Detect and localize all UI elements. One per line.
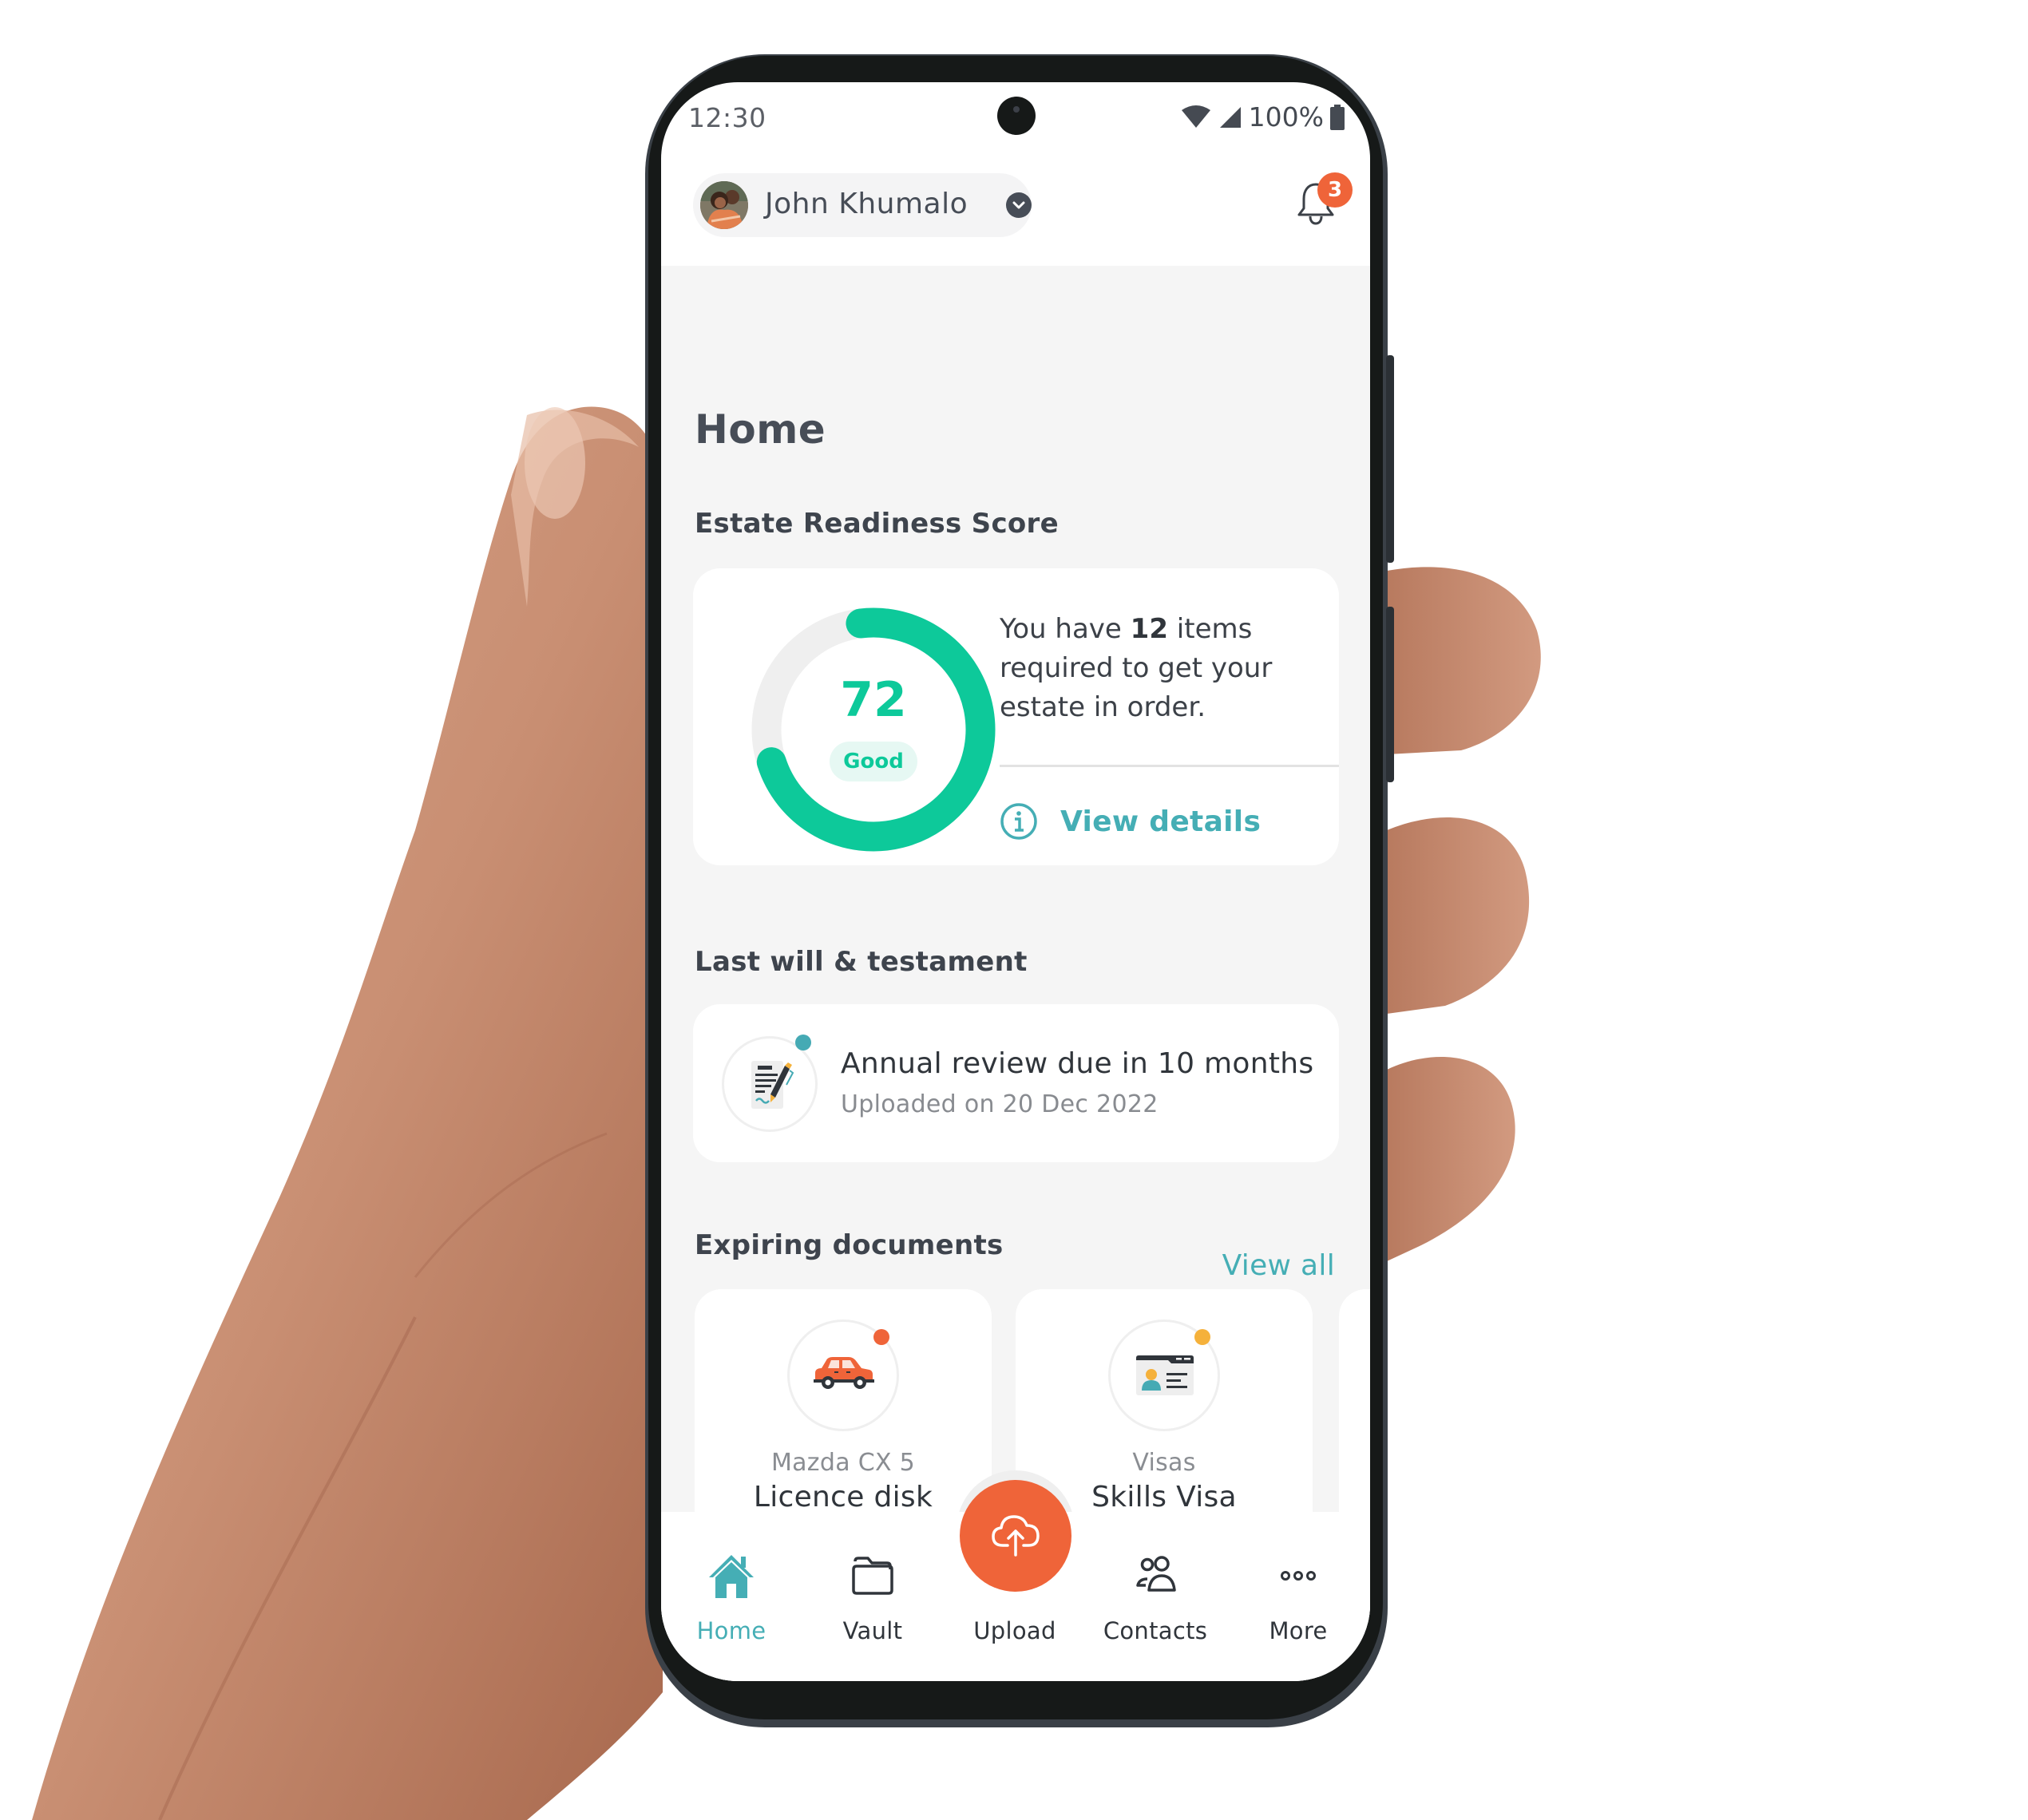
- signal-icon: [1219, 106, 1241, 128]
- battery-percent: 100%: [1248, 101, 1324, 133]
- nav-home[interactable]: Home: [667, 1528, 795, 1672]
- score-value: 72: [840, 672, 907, 728]
- estate-score-card: 72 Good You have 12 items required to ge…: [693, 568, 1339, 865]
- view-details-link[interactable]: View details: [1000, 802, 1261, 841]
- nav-label: Upload: [973, 1617, 1056, 1644]
- document-category: Visas: [1132, 1449, 1196, 1477]
- estate-score-heading: Estate Readiness Score: [695, 508, 1059, 540]
- document-sign-icon: [751, 1061, 794, 1109]
- score-rating-badge: Good: [830, 742, 917, 781]
- notification-badge: 3: [1317, 172, 1353, 208]
- score-text-before: You have: [1000, 613, 1131, 645]
- avatar: [700, 181, 748, 229]
- nav-label: Home: [696, 1617, 766, 1644]
- document-status-dot: [873, 1329, 889, 1345]
- nav-contacts[interactable]: Contacts: [1091, 1528, 1219, 1672]
- profile-switcher[interactable]: John Khumalo: [693, 173, 1032, 237]
- status-icons: 100%: [1180, 101, 1345, 133]
- home-content: Home Estate Readiness Score 72 Good You …: [661, 266, 1370, 1681]
- car-icon: [814, 1357, 874, 1389]
- info-icon: [1000, 803, 1037, 840]
- card-divider: [1000, 765, 1339, 767]
- expiring-heading: Expiring documents: [695, 1229, 1004, 1261]
- front-camera: [997, 97, 1036, 135]
- home-icon: [709, 1555, 754, 1598]
- phone-volume-button: [1386, 607, 1394, 782]
- will-title: Annual review due in 10 months: [841, 1047, 1314, 1080]
- will-heading: Last will & testament: [695, 946, 1028, 978]
- will-icon-circle: [722, 1036, 818, 1132]
- page-title: Home: [695, 406, 826, 453]
- document-category: Mazda CX 5: [770, 1449, 916, 1477]
- will-status-dot: [795, 1035, 811, 1050]
- wifi-icon: [1181, 105, 1210, 128]
- id-card-icon: [1136, 1355, 1194, 1395]
- will-card[interactable]: Annual review due in 10 months Uploaded …: [693, 1004, 1339, 1162]
- view-details-label: View details: [1060, 805, 1262, 838]
- status-time: 12:30: [688, 102, 766, 133]
- phone-screen: 12:30 100% John Khumalo 3 Home Estate Re…: [661, 82, 1370, 1681]
- contacts-icon: [1136, 1556, 1176, 1592]
- view-all-link[interactable]: View all: [1222, 1249, 1335, 1282]
- nav-label: More: [1269, 1617, 1328, 1644]
- score-description: You have 12 items required to get your e…: [1000, 610, 1303, 727]
- score-ring: 72 Good: [746, 602, 1001, 857]
- nav-label: Contacts: [1103, 1617, 1208, 1644]
- nav-label: Vault: [842, 1617, 903, 1644]
- more-icon: [1281, 1571, 1316, 1581]
- nav-more[interactable]: More: [1234, 1528, 1362, 1672]
- user-name: John Khumalo: [765, 188, 968, 220]
- folder-icon: [852, 1557, 893, 1595]
- battery-icon: [1330, 104, 1345, 130]
- document-status-dot: [1194, 1329, 1210, 1345]
- cloud-upload-icon: [992, 1515, 1040, 1557]
- will-subtitle: Uploaded on 20 Dec 2022: [841, 1090, 1159, 1118]
- chevron-down-icon: [1006, 192, 1032, 218]
- nav-vault[interactable]: Vault: [809, 1528, 937, 1672]
- items-count: 12: [1130, 613, 1168, 645]
- document-name: Licence disk: [753, 1481, 933, 1513]
- phone-power-button: [1386, 355, 1394, 563]
- upload-button[interactable]: [960, 1480, 1071, 1592]
